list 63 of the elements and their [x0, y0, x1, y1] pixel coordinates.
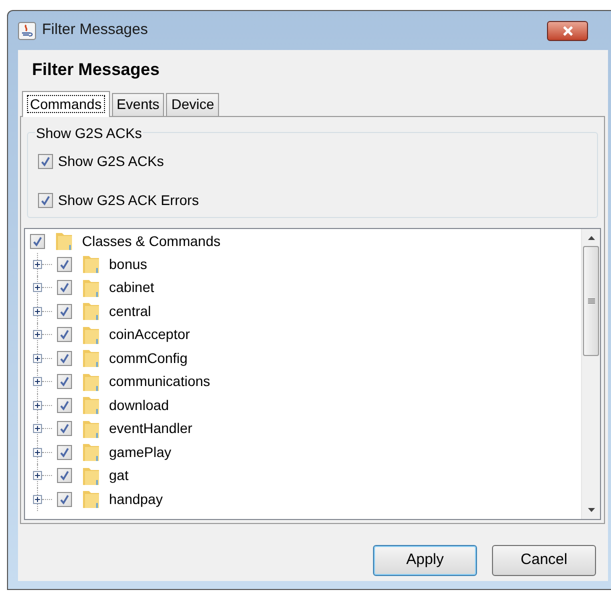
expand-icon[interactable] [33, 260, 42, 269]
scrollbar[interactable] [581, 228, 600, 518]
window-title: Filter Messages [42, 20, 148, 40]
checkbox[interactable] [38, 154, 53, 168]
expand-icon[interactable] [33, 283, 42, 292]
expand-icon[interactable] [33, 377, 42, 386]
tree-item[interactable]: download [109, 394, 169, 416]
tab[interactable]: Commands [22, 90, 110, 116]
checkbox[interactable] [57, 444, 72, 460]
checkbox[interactable] [57, 350, 72, 366]
folder-icon [82, 489, 100, 510]
expand-icon[interactable] [33, 306, 42, 316]
folder-icon [82, 278, 100, 298]
checkbox[interactable] [38, 192, 53, 208]
checkbox-label: Show G2S ACK Errors [58, 190, 199, 210]
expand-icon[interactable] [33, 400, 42, 410]
tree-item[interactable]: bonus [109, 254, 148, 275]
tab[interactable]: Device [166, 92, 220, 116]
tree-item[interactable]: handpay [109, 488, 163, 510]
checkbox[interactable] [57, 256, 72, 272]
folder-icon [82, 301, 100, 322]
dialog-header: Filter Messages [31, 59, 161, 81]
expand-icon[interactable] [33, 330, 42, 340]
tree-item[interactable]: gat [109, 465, 128, 486]
checkbox[interactable] [30, 234, 45, 248]
tree-item[interactable]: eventHandler [109, 418, 192, 440]
close-button[interactable] [547, 20, 588, 40]
folder-icon [82, 348, 100, 368]
folder-icon [82, 395, 100, 416]
dialog-button[interactable]: Apply [373, 544, 477, 576]
expand-icon[interactable] [33, 471, 42, 480]
folder-icon [55, 231, 73, 251]
tree-item[interactable]: Classes & Commands [82, 230, 220, 252]
tree-item[interactable]: coinAcceptor [109, 324, 190, 346]
checkbox[interactable] [57, 280, 72, 296]
folder-icon [82, 254, 100, 274]
checkbox[interactable] [57, 468, 72, 484]
folder-icon [82, 466, 100, 486]
checkbox[interactable] [57, 374, 72, 390]
expand-icon[interactable] [33, 354, 42, 363]
tree-item[interactable]: central [109, 300, 152, 322]
dialog-button[interactable]: Cancel [492, 544, 596, 576]
coffee-cup-icon [18, 22, 36, 40]
folder-icon [82, 442, 100, 462]
checkbox[interactable] [57, 398, 72, 413]
expand-icon[interactable] [33, 448, 42, 457]
tree-item[interactable]: communications [109, 371, 210, 392]
tree-item[interactable]: gamePlay [109, 442, 172, 463]
checkbox[interactable] [57, 327, 72, 342]
checkbox[interactable] [57, 304, 72, 319]
folder-icon [82, 372, 100, 392]
scroll-thumb[interactable] [583, 246, 599, 356]
folder-icon [82, 324, 100, 345]
tree-item[interactable]: cabinet [109, 277, 154, 298]
expand-icon[interactable] [33, 424, 42, 434]
tab[interactable]: Events [112, 92, 164, 116]
expand-icon[interactable] [33, 494, 42, 504]
tree-item[interactable]: commConfig [109, 348, 188, 369]
folder-icon [82, 418, 100, 439]
checkbox[interactable] [57, 421, 72, 436]
close-icon [562, 26, 574, 36]
checkbox[interactable] [57, 492, 72, 507]
checkbox-label: Show G2S ACKs [58, 152, 164, 170]
